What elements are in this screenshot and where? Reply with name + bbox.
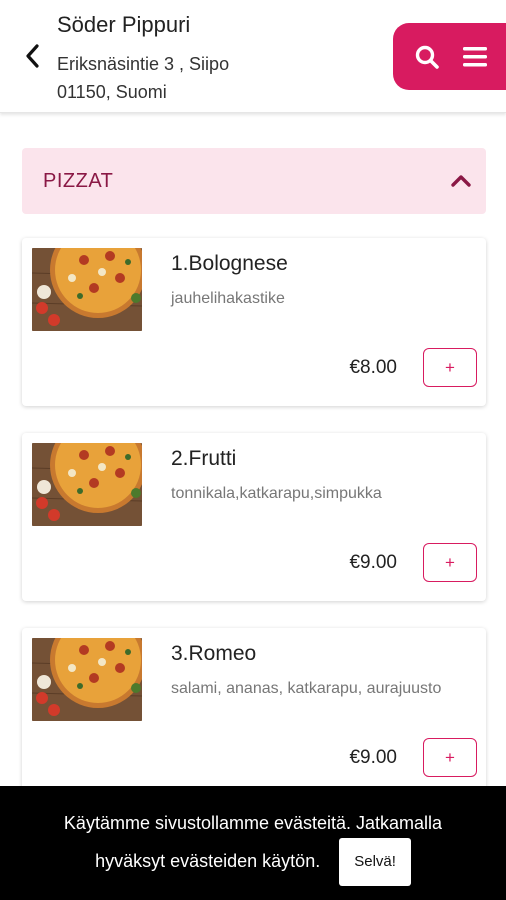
add-to-cart-button[interactable]: + bbox=[423, 348, 477, 387]
back-button[interactable] bbox=[18, 40, 46, 72]
pizza-image bbox=[32, 443, 142, 526]
category-pizzat[interactable]: PIZZAT bbox=[22, 148, 486, 214]
product-card: 2.Frutti tonnikala,katkarapu,simpukka €9… bbox=[22, 433, 486, 601]
app-header: Söder Pippuri Eriksnäsintie 3 , Siipo 01… bbox=[0, 0, 506, 113]
product-price: €8.00 bbox=[349, 357, 397, 378]
cookie-message: Käytämme sivustollamme evästeitä. Jatkam… bbox=[20, 808, 486, 886]
category-title: PIZZAT bbox=[43, 169, 114, 192]
address-line-1: Eriksnäsintie 3 , Siipo bbox=[57, 54, 230, 74]
cookie-text-line-2: hyväksyt evästeiden käytön. bbox=[95, 850, 321, 871]
product-name: 3.Romeo bbox=[171, 642, 257, 665]
product-card: 3.Romeo salami, ananas, katkarapu, auraj… bbox=[22, 628, 486, 796]
cookie-accept-button[interactable]: Selvä! bbox=[339, 838, 411, 886]
header-actions bbox=[393, 23, 506, 90]
chevron-up-icon bbox=[451, 175, 471, 187]
chevron-left-icon bbox=[26, 44, 39, 68]
pizza-image bbox=[32, 638, 142, 721]
product-description: jauhelihakastike bbox=[171, 290, 285, 307]
pizza-image bbox=[32, 248, 142, 331]
shop-name: Söder Pippuri bbox=[57, 12, 191, 37]
product-description: tonnikala,katkarapu,simpukka bbox=[171, 485, 382, 502]
menu-button[interactable] bbox=[461, 43, 489, 71]
shop-address: Eriksnäsintie 3 , Siipo 01150, Suomi bbox=[57, 50, 317, 106]
add-to-cart-button[interactable]: + bbox=[423, 543, 477, 582]
address-line-2: 01150, Suomi bbox=[57, 82, 167, 102]
search-icon bbox=[415, 45, 439, 69]
add-to-cart-button[interactable]: + bbox=[423, 738, 477, 777]
search-button[interactable] bbox=[413, 43, 441, 71]
cookie-text-line-1: Käytämme sivustollamme evästeitä. Jatkam… bbox=[63, 813, 443, 833]
product-price: €9.00 bbox=[349, 747, 397, 768]
product-name: 1.Bolognese bbox=[171, 252, 288, 275]
product-card: 1.Bolognese jauhelihakastike €8.00 + bbox=[22, 238, 486, 406]
product-description: salami, ananas, katkarapu, aurajuusto bbox=[171, 680, 442, 697]
product-price: €9.00 bbox=[349, 552, 397, 573]
product-name: 2.Frutti bbox=[171, 447, 237, 470]
cookie-banner: Käytämme sivustollamme evästeitä. Jatkam… bbox=[0, 786, 506, 900]
hamburger-menu-icon bbox=[463, 46, 487, 66]
